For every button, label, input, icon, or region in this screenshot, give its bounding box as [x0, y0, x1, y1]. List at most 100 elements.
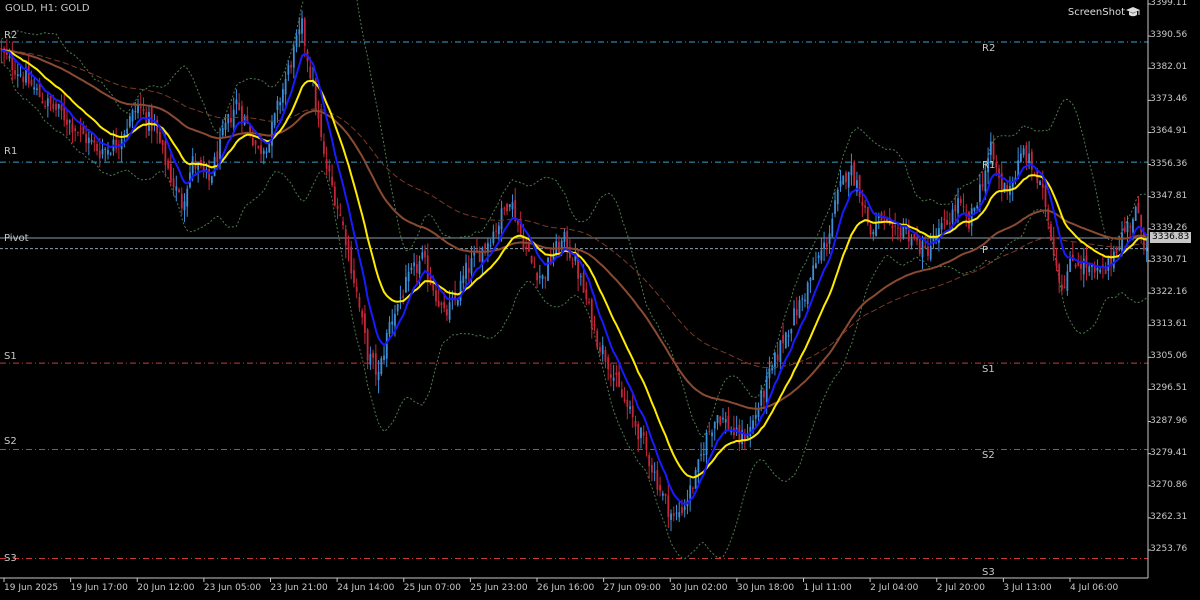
candle-bull — [227, 114, 230, 124]
candle-bull — [694, 470, 697, 489]
candle-bear — [667, 495, 670, 518]
chart-title: GOLD, H1: GOLD — [5, 3, 90, 14]
candle-bull — [722, 417, 724, 420]
candle-bull — [1039, 181, 1041, 186]
candle-bear — [648, 455, 651, 467]
candle-bull — [820, 250, 823, 261]
candle-bull — [1145, 247, 1148, 252]
candle-bull — [765, 375, 768, 403]
candle-bull — [405, 276, 407, 293]
candle-bull — [705, 432, 708, 455]
candle-bear — [22, 76, 25, 83]
candle-bull — [1069, 258, 1071, 272]
candle-bear — [1061, 284, 1063, 290]
pivot-label-s1: S1 — [4, 351, 17, 362]
candle-bear — [623, 399, 626, 402]
y-tick-label: 3270.86 — [1150, 479, 1188, 490]
y-tick-label: 3364.91 — [1150, 126, 1188, 137]
candle-bear — [664, 493, 667, 497]
candle-bear — [208, 168, 210, 181]
candle-bull — [407, 271, 410, 282]
candle-bull — [385, 332, 388, 359]
candle-bull — [1028, 153, 1030, 165]
candle-bull — [973, 207, 976, 211]
candle-bear — [27, 65, 30, 84]
candle-bull — [793, 308, 795, 326]
candle-bull — [839, 180, 842, 187]
candle-bull — [929, 246, 932, 260]
candle-bear — [361, 310, 364, 318]
candle-bull — [538, 276, 541, 278]
candle-bear — [946, 220, 948, 225]
candle-bull — [391, 321, 394, 325]
candle-bear — [588, 301, 590, 303]
chart-frame — [0, 0, 1151, 582]
candle-bear — [1041, 183, 1044, 189]
pivot-right-label-p: P — [982, 245, 989, 256]
candle-bear — [544, 277, 547, 279]
candle-bull — [847, 172, 850, 188]
candle-bull — [292, 46, 295, 68]
y-tick-label: 3347.81 — [1150, 190, 1188, 201]
candle-bear — [467, 268, 470, 273]
chart-plot[interactable] — [0, 0, 1200, 600]
candle-bull — [746, 435, 749, 439]
candle-bull — [282, 89, 284, 103]
candle-bear — [328, 165, 331, 172]
chart-window[interactable]: GOLD, H1: GOLD ScreenShot R2 R1 Pivot S1… — [0, 0, 1200, 600]
candle-bear — [503, 207, 506, 209]
pivot-lines — [0, 41, 1148, 559]
candle-bull — [760, 390, 763, 406]
candle-bull — [653, 471, 656, 473]
candle-bear — [169, 163, 172, 183]
candle-bull — [210, 176, 213, 184]
candle-bear — [71, 123, 74, 133]
candle-bear — [1129, 226, 1132, 228]
candle-bull — [815, 263, 817, 269]
candle-bull — [702, 453, 705, 455]
candle-bull — [675, 512, 678, 514]
candle-bear — [1050, 224, 1052, 241]
candle-bull — [812, 265, 815, 281]
candle-bear — [440, 302, 443, 306]
candle-bear — [897, 227, 899, 229]
candle-bear — [1030, 151, 1033, 170]
candle-bull — [262, 150, 265, 154]
candle-bear — [478, 252, 481, 262]
candle-bear — [536, 272, 538, 281]
x-tick-label: 1 Jul 11:00 — [803, 583, 852, 593]
candle-bear — [339, 214, 342, 217]
y-tick-label: 3305.06 — [1150, 351, 1188, 362]
candle-bear — [216, 151, 219, 163]
candle-bear — [41, 101, 44, 104]
x-tick-label: 19 Jun 2025 — [4, 583, 59, 593]
candle-bear — [533, 266, 536, 268]
candle-bear — [981, 184, 984, 187]
candle-bear — [626, 399, 629, 407]
candle-bear — [582, 273, 585, 293]
candle-bull — [779, 340, 782, 363]
candle-bear — [795, 309, 798, 316]
candle-bear — [44, 105, 46, 107]
candle-bear — [571, 263, 574, 265]
candle-bear — [55, 103, 57, 110]
candle-bull — [697, 459, 700, 473]
candle-bull — [287, 65, 290, 75]
pivot-right-label-r2: R2 — [982, 43, 996, 54]
candle-bull — [784, 332, 787, 349]
candle-bull — [183, 201, 186, 211]
candle-bull — [224, 122, 227, 130]
candle-bear — [93, 140, 96, 143]
candle-bull — [1096, 267, 1099, 271]
candle-bear — [894, 225, 897, 227]
candle-bull — [473, 252, 476, 256]
candle-bull — [221, 128, 224, 136]
candle-bull — [683, 506, 686, 511]
candle-bull — [757, 408, 760, 418]
lower-band-line — [1, 61, 1147, 560]
candle-bear — [260, 145, 262, 154]
candle-bear — [238, 102, 241, 110]
candle-bear — [918, 236, 921, 254]
candle-bear — [604, 350, 607, 362]
candle-bear — [495, 230, 497, 232]
